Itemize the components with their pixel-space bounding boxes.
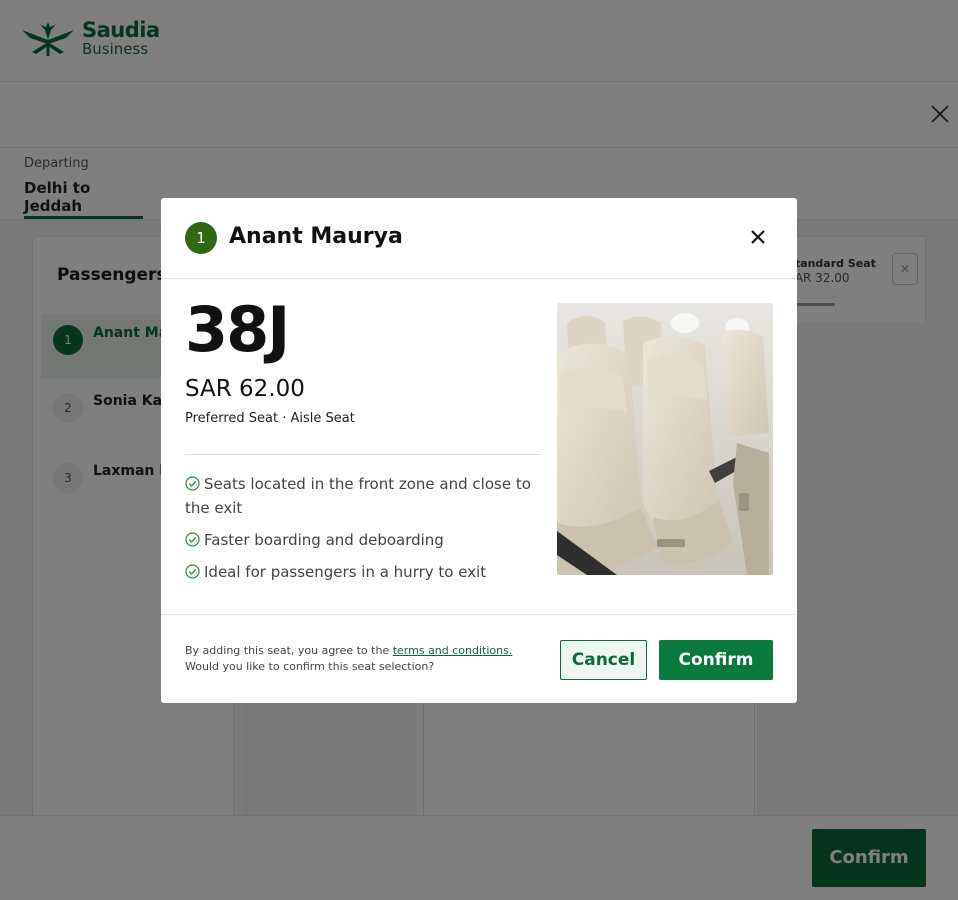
cancel-button[interactable]: Cancel xyxy=(560,640,647,680)
modal-header: 1 Anant Maurya xyxy=(161,198,797,279)
seat-photo xyxy=(557,303,773,575)
check-circle-icon xyxy=(185,564,200,579)
close-icon[interactable] xyxy=(747,226,769,248)
divider xyxy=(185,454,541,455)
benefit-text: Faster boarding and deboarding xyxy=(204,531,444,549)
benefit-item: Ideal for passengers in a hurry to exit xyxy=(185,560,545,584)
seat-type: Preferred Seat · Aisle Seat xyxy=(185,411,355,426)
benefit-text: Ideal for passengers in a hurry to exit xyxy=(204,563,487,581)
terms-prefix: By adding this seat, you agree to the xyxy=(185,644,393,657)
confirm-button[interactable]: Confirm xyxy=(659,640,773,680)
benefit-text: Seats located in the front zone and clos… xyxy=(185,475,531,517)
seat-benefits-list: Seats located in the front zone and clos… xyxy=(185,472,545,592)
benefit-item: Faster boarding and deboarding xyxy=(185,528,545,552)
passenger-badge: 1 xyxy=(185,222,217,254)
seat-code: 38J xyxy=(185,293,290,366)
terms-text: By adding this seat, you agree to the te… xyxy=(185,643,545,675)
modal-footer: By adding this seat, you agree to the te… xyxy=(161,614,797,703)
benefit-item: Seats located in the front zone and clos… xyxy=(185,472,545,520)
terms-link[interactable]: terms and conditions. xyxy=(393,644,513,657)
check-circle-icon xyxy=(185,476,200,491)
terms-question: Would you like to confirm this seat sele… xyxy=(185,660,435,673)
modal-passenger-name: Anant Maurya xyxy=(229,224,403,249)
seat-confirm-modal: 1 Anant Maurya 38J SAR 62.00 Preferred S… xyxy=(161,198,797,703)
check-circle-icon xyxy=(185,532,200,547)
seat-price: SAR 62.00 xyxy=(185,376,305,402)
